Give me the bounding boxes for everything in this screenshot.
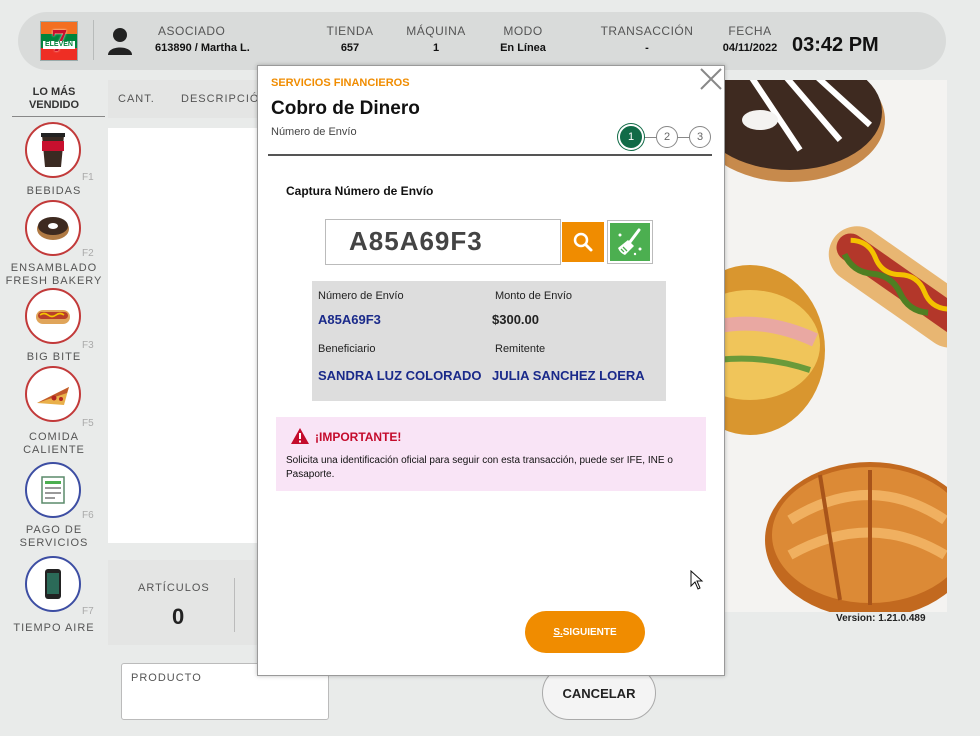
search-button[interactable] (562, 222, 604, 262)
totals-panel: ARTÍCULOS 0 (108, 560, 258, 645)
dialog-title: Cobro de Dinero (271, 98, 420, 119)
step-1: 1 (620, 126, 642, 148)
numero-envio-input[interactable]: A85A69F3 (325, 219, 561, 265)
pizza-icon[interactable] (25, 366, 81, 422)
fecha-field: FECHA 04/11/2022 (722, 24, 778, 54)
search-icon (573, 232, 593, 252)
articulos-count: 0 (172, 604, 185, 629)
receipt-icon[interactable] (25, 462, 81, 518)
clear-button[interactable] (607, 220, 653, 264)
beneficiario-value: SANDRA LUZ COLORADO (318, 368, 482, 383)
dialog-subtitle: Número de Envío (271, 126, 357, 138)
transaccion-field: TRANSACCIÓN - (600, 24, 694, 54)
tienda-field: TIENDA 657 (326, 24, 374, 54)
clock: 03:42 PM (792, 34, 879, 56)
remitente-value: JULIA SANCHEZ LOERA (492, 368, 645, 383)
step-2: 2 (656, 126, 678, 148)
step-3: 3 (689, 126, 711, 148)
user-icon (108, 28, 132, 55)
top-header-bar: 7 ELEVEN ASOCIADO 613890 / Martha L. TIE… (18, 12, 946, 70)
modo-field: MODO En Línea (500, 24, 546, 54)
next-button[interactable]: S. SIGUIENTE (525, 611, 645, 653)
best-sellers-sidebar: LO MÁS VENDIDO F1 BEBIDAS F2 ENSAMBLADO … (0, 80, 108, 640)
maquina-field: MÁQUINA 1 (406, 24, 466, 54)
drink-cup-icon[interactable] (25, 122, 81, 178)
shipment-info-panel: Número de Envío A85A69F3 Monto de Envío … (312, 281, 666, 401)
asociado-field: ASOCIADO 613890 / Martha L. (155, 24, 250, 54)
step-indicator: 1 2 3 (618, 125, 714, 151)
close-icon[interactable] (696, 66, 724, 94)
version-label: Version: 1.21.0.489 (836, 613, 926, 624)
phone-icon[interactable] (25, 556, 81, 612)
seven-eleven-logo: 7 ELEVEN (40, 21, 78, 61)
mouse-cursor-icon (690, 570, 704, 590)
donut-icon[interactable] (25, 200, 81, 256)
capture-label: Captura Número de Envío (286, 184, 434, 198)
warning-icon (291, 428, 309, 444)
items-table-body (108, 128, 258, 543)
sidebar-title: LO MÁS VENDIDO (28, 86, 80, 111)
dialog-section: SERVICIOS FINANCIEROS (271, 77, 410, 89)
hotdog-icon[interactable] (25, 288, 81, 344)
col-descripcion: DESCRIPCIÓ (181, 93, 260, 105)
important-alert: ¡IMPORTANTE! Solicita una identificación… (276, 417, 706, 491)
numero-envio-value: A85A69F3 (318, 312, 381, 327)
cobro-dinero-dialog: SERVICIOS FINANCIEROS Cobro de Dinero Nú… (257, 65, 725, 676)
monto-envio-value: $300.00 (492, 312, 539, 327)
items-table-header: CANT. DESCRIPCIÓ (108, 80, 258, 118)
broom-icon (618, 228, 642, 256)
food-promo-image (720, 80, 947, 612)
col-cantidad: CANT. (118, 93, 155, 105)
